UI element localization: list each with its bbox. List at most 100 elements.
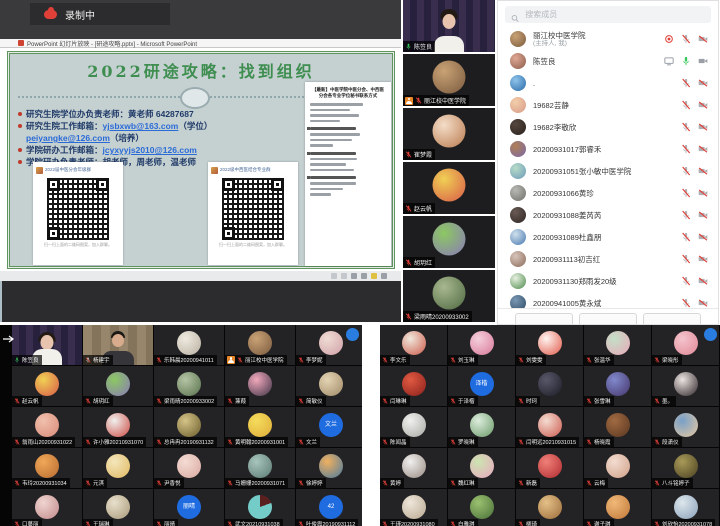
camera-off-icon[interactable] — [698, 210, 708, 220]
video-tile[interactable]: 尹香悦 — [154, 448, 224, 488]
pager-badge[interactable] — [346, 328, 359, 341]
video-tile[interactable]: 王瑞琳 — [83, 489, 153, 526]
mic-off-icon[interactable] — [681, 210, 691, 220]
email-link[interactable]: yjsbxwb@163.com — [103, 121, 179, 131]
video-tile[interactable]: 许小雅20210931070 — [83, 407, 153, 447]
view-sorter-icon[interactable] — [361, 273, 367, 279]
camera-off-icon[interactable] — [698, 232, 708, 242]
participant-row[interactable]: 陈笠良 — [498, 50, 718, 72]
email-link[interactable]: jcyxyyjs2010@126.com — [103, 145, 197, 155]
mic-off-icon[interactable] — [681, 100, 691, 110]
pager-badge[interactable] — [704, 328, 717, 341]
camera-off-icon[interactable] — [698, 188, 708, 198]
video-tile[interactable]: 翁雨山20200931022 — [12, 407, 82, 447]
video-tile[interactable]: 魏红琳 — [448, 448, 515, 488]
video-tile[interactable]: 八斗铭婷子 — [652, 448, 719, 488]
camera-off-icon[interactable] — [698, 78, 708, 88]
video-tile[interactable]: 文兰文兰 — [296, 407, 362, 447]
video-tile[interactable]: 泽楷于泽楷 — [448, 366, 515, 406]
video-tile[interactable]: 元淇 — [83, 448, 153, 488]
footer-button[interactable] — [515, 313, 573, 325]
video-tile[interactable]: 陈笠良 — [403, 0, 495, 52]
camera-off-icon[interactable] — [698, 34, 708, 44]
video-tile[interactable]: 马姗姗20200931071 — [225, 448, 295, 488]
video-tile[interactable]: 赵云帆 — [403, 162, 495, 214]
participant-row[interactable]: 20200931088姜芮芮 — [498, 204, 718, 226]
video-tile[interactable]: 胡玥红 — [403, 216, 495, 268]
video-tile[interactable]: 丽江校中医学院 — [225, 325, 295, 365]
zoom-icon[interactable] — [381, 273, 387, 279]
view-slideshow-icon[interactable] — [371, 273, 377, 279]
video-tile[interactable]: 蒹葭 — [225, 366, 295, 406]
video-tile[interactable]: 柳琦 — [516, 489, 583, 526]
video-tile[interactable]: 刘玉琳 — [448, 325, 515, 365]
mic-off-icon[interactable] — [681, 144, 691, 154]
video-tile[interactable]: 杨建宇 — [83, 325, 153, 365]
footer-button[interactable] — [579, 313, 637, 325]
participant-row[interactable]: 19682芸静 — [498, 94, 718, 116]
mic-on-icon[interactable] — [681, 56, 691, 66]
mic-off-icon[interactable] — [681, 254, 691, 264]
video-tile[interactable]: 杨晓霞 — [584, 407, 651, 447]
video-tile[interactable]: 武文20210931038 — [225, 489, 295, 526]
video-tile[interactable]: 陈笠良 — [12, 325, 82, 365]
mic-off-icon[interactable] — [681, 276, 691, 286]
email-link[interactable]: peiyangke@126.com — [26, 133, 110, 143]
video-tile[interactable]: 墨。 — [652, 366, 719, 406]
camera-off-icon[interactable] — [698, 166, 708, 176]
footer-button[interactable] — [643, 313, 701, 325]
participant-row[interactable]: 20200931051张小敏中医学院 — [498, 160, 718, 182]
camera-off-icon[interactable] — [698, 122, 708, 132]
participant-row[interactable]: 20200931066黄珍 — [498, 182, 718, 204]
video-tile[interactable]: 陈闻晶 — [380, 407, 447, 447]
mic-off-icon[interactable] — [681, 78, 691, 88]
participant-row[interactable]: 20200931017郭睿禾 — [498, 138, 718, 160]
mic-off-icon[interactable] — [681, 122, 691, 132]
video-tile[interactable]: 段潇仪 — [652, 407, 719, 447]
view-normal-icon[interactable] — [351, 273, 357, 279]
video-tile[interactable]: 罗晓琳 — [448, 407, 515, 447]
participant-row[interactable]: 丽江校中医学院(主持人, 我) — [498, 28, 718, 50]
camera-off-icon[interactable] — [698, 100, 708, 110]
recording-badge[interactable]: 录制中 — [30, 3, 170, 25]
statusbar-icon[interactable] — [341, 273, 347, 279]
video-tile[interactable]: 黄婷 — [380, 448, 447, 488]
mic-off-icon[interactable] — [681, 188, 691, 198]
video-tile[interactable]: 丽晴丽晴 — [154, 489, 224, 526]
video-tile[interactable]: 黄明翰20200931001 — [225, 407, 295, 447]
search-input[interactable] — [523, 9, 705, 20]
participant-row[interactable]: . — [498, 72, 718, 94]
video-tile[interactable]: 胡玥红 — [83, 366, 153, 406]
video-tile[interactable]: 云梅 — [584, 448, 651, 488]
camera-off-icon[interactable] — [698, 144, 708, 154]
video-tile[interactable]: 韦玲20200931034 — [12, 448, 82, 488]
video-tile[interactable]: 徐婷婷 — [296, 448, 362, 488]
video-tile[interactable]: 乐韩晨20200941011 — [154, 325, 224, 365]
video-tile[interactable]: 42叶俊霞20190931112 — [296, 489, 362, 526]
video-tile[interactable]: 总冉冉20190931132 — [154, 407, 224, 447]
video-tile[interactable]: 崔梦霞 — [403, 108, 495, 160]
video-tile[interactable]: 闫明远20210931015 — [516, 407, 583, 447]
video-tile[interactable]: 刘雯雯 — [516, 325, 583, 365]
video-tile[interactable]: 时珂 — [516, 366, 583, 406]
video-tile[interactable]: 赵云帆 — [12, 366, 82, 406]
video-tile[interactable]: 白雅琪 — [448, 489, 515, 526]
video-tile[interactable]: 梁雨晴20200933002 — [403, 270, 495, 322]
video-tile[interactable]: 简敏仪 — [296, 366, 362, 406]
video-tile[interactable]: 口蔓丽 — [12, 489, 82, 526]
video-tile[interactable]: 张温华 — [584, 325, 651, 365]
camera-off-icon[interactable] — [698, 254, 708, 264]
video-tile[interactable]: 李文乐 — [380, 325, 447, 365]
search-box[interactable] — [505, 6, 711, 23]
participant-row[interactable]: 19682李敬欣 — [498, 116, 718, 138]
participant-row[interactable]: 20200931113初吉红 — [498, 248, 718, 270]
statusbar-icon[interactable] — [331, 273, 337, 279]
video-tile[interactable]: 新磊 — [516, 448, 583, 488]
camera-off-icon[interactable] — [698, 276, 708, 286]
mic-off-icon[interactable] — [681, 298, 691, 308]
screen-share-icon[interactable] — [664, 56, 674, 66]
video-tile[interactable]: 谢子琪 — [584, 489, 651, 526]
video-tile[interactable]: 闫琳琳 — [380, 366, 447, 406]
video-tile[interactable]: 王瑾20200931080 — [380, 489, 447, 526]
mic-off-icon[interactable] — [681, 232, 691, 242]
